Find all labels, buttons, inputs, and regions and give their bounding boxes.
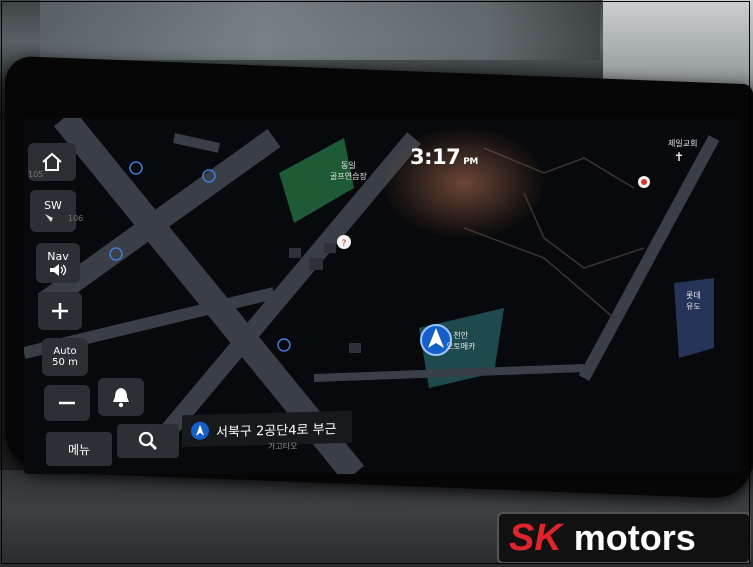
building [289, 248, 301, 258]
zoom-scale: 50 m [52, 357, 78, 368]
current-street-name: 서북구 2공단4로 부근 [216, 421, 337, 440]
navigation-arrow-icon [191, 421, 209, 440]
current-street-bar: 서북구 2공단4로 부근 [182, 410, 352, 448]
logo-sk-text: SK [509, 516, 562, 559]
zoom-out-button[interactable] [44, 385, 90, 421]
plus-icon [52, 303, 68, 319]
map-canvas[interactable]: ? ✝ [24, 118, 740, 474]
sk-motors-logo: SK motors [497, 512, 751, 564]
route-number-left: 105 [28, 170, 44, 179]
road-lower [313, 364, 585, 382]
dealer-label: 천안 오토메카 [446, 331, 476, 351]
svg-text:?: ? [342, 239, 347, 249]
home-icon [42, 152, 62, 171]
compass-icon [45, 213, 61, 222]
minor-road-3 [463, 227, 615, 319]
menu-button[interactable]: 메뉴 [46, 432, 112, 466]
compass-label: SW [44, 198, 62, 212]
zoom-in-button[interactable] [38, 292, 82, 330]
time-text: 3:17 [410, 145, 461, 169]
turn-marker-icon [277, 338, 291, 352]
route-number-right: 106 [68, 214, 84, 223]
ampm-text: PM [463, 157, 478, 167]
church-label: 제일교회 [668, 139, 698, 148]
cross-icon: ✝ [674, 150, 684, 164]
golf-range-label: 동일 골프연습장 [330, 161, 367, 181]
building [309, 258, 323, 270]
speaker-icon [50, 263, 67, 276]
building [349, 343, 361, 353]
road-top [172, 133, 221, 153]
alert-button[interactable] [98, 378, 144, 416]
clock: 3:17 PM [410, 145, 478, 169]
right-poi-label: 롯데 유도 [686, 291, 701, 311]
compass-button[interactable]: SW [30, 190, 76, 232]
bell-icon [113, 388, 129, 408]
search-button[interactable] [117, 424, 179, 458]
nav-label: Nav [47, 249, 69, 263]
poi-marker-dot [641, 179, 647, 185]
logo-motors-text: motors [573, 517, 696, 558]
turn-marker-icon [129, 161, 143, 175]
navigation-screen: ? ✝ [24, 118, 740, 474]
building [324, 243, 336, 253]
zoom-level-button[interactable]: Auto 50 m [42, 338, 88, 376]
nav-volume-button[interactable]: Nav [36, 243, 80, 283]
minus-icon [59, 401, 75, 405]
street-sub-label: 가고타오 [268, 442, 298, 451]
windshield-area [40, 0, 600, 60]
zoom-mode: Auto [53, 346, 77, 357]
search-icon [138, 431, 157, 450]
